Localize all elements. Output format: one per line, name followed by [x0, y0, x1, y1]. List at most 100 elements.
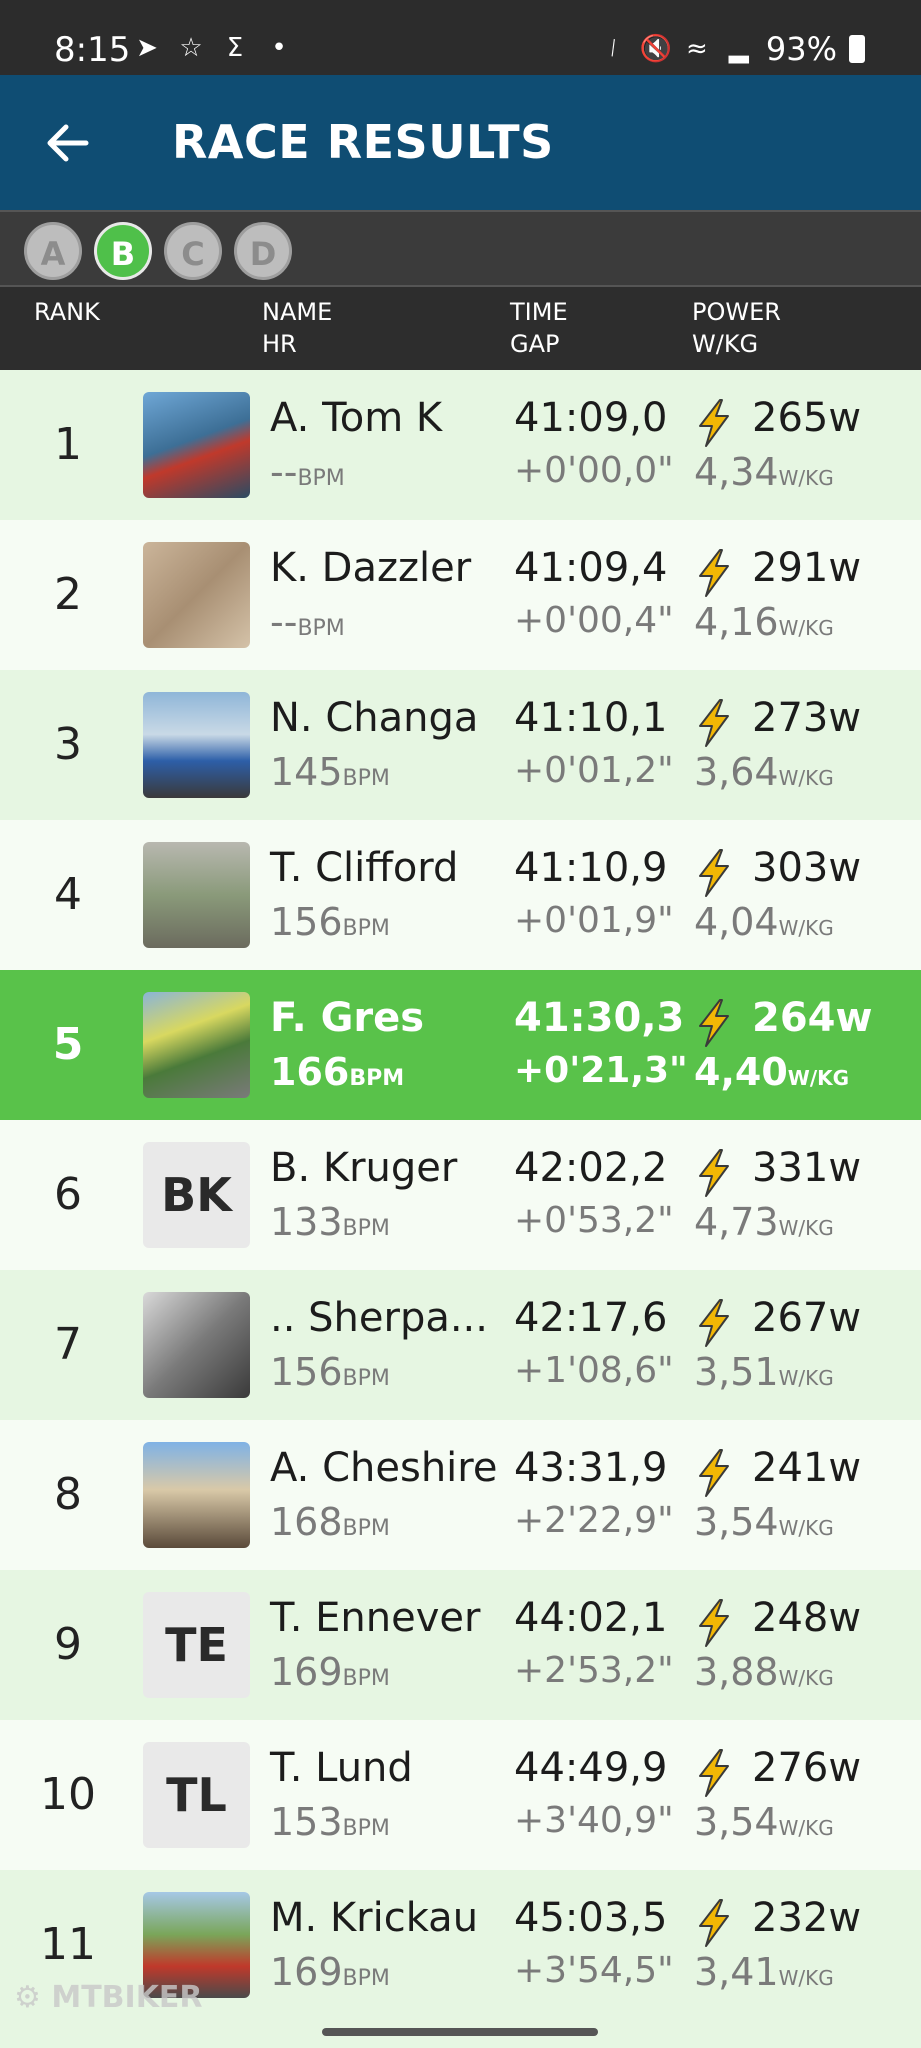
heart-rate: --BPM — [270, 600, 345, 644]
result-row[interactable]: 5 F. Gres 166BPM 41:30,3 +0'21,3" 264w 4… — [0, 970, 921, 1120]
result-row[interactable]: 2 K. Dazzler --BPM 41:09,4 +0'00,4" 291w… — [0, 520, 921, 670]
power-watts: 303w — [752, 845, 862, 891]
category-d-button[interactable]: D — [234, 222, 292, 280]
rider-name[interactable]: K. Dazzler — [270, 545, 471, 591]
lightning-bolt-icon — [699, 999, 729, 1047]
avatar — [143, 692, 250, 798]
result-row[interactable]: 4 T. Clifford 156BPM 41:10,9 +0'01,9" 30… — [0, 820, 921, 970]
navigation-icon: ➤ — [136, 33, 158, 63]
heart-rate: 156BPM — [270, 900, 390, 944]
bpm-unit: BPM — [297, 616, 345, 641]
avatar — [143, 1292, 250, 1398]
rank: 9 — [54, 1619, 82, 1670]
status-left-icons: ➤ ☆ Σ • — [132, 33, 294, 63]
power-watts: 264w — [752, 995, 873, 1041]
rider-name[interactable]: A. Cheshire — [270, 1445, 497, 1491]
result-row[interactable]: 1 A. Tom K --BPM 41:09,0 +0'00,0" 265w 4… — [0, 370, 921, 520]
watts-per-kg: 3,41W/KG — [694, 1950, 834, 1994]
result-row[interactable]: 8 A. Cheshire 168BPM 43:31,9 +2'22,9" 24… — [0, 1420, 921, 1570]
home-gesture-handle[interactable] — [322, 2028, 598, 2036]
battery-level: 93% — [765, 30, 837, 68]
heart-rate-value: 156 — [270, 900, 343, 944]
watts-per-kg: 3,54W/KG — [694, 1500, 834, 1544]
wkg-unit: W/KG — [778, 1666, 834, 1690]
result-row[interactable]: 9 TE T. Ennever 169BPM 44:02,1 +2'53,2" … — [0, 1570, 921, 1720]
heart-rate: 169BPM — [270, 1650, 390, 1694]
watts-per-kg: 4,40W/KG — [694, 1050, 849, 1094]
wkg-value: 4,40 — [694, 1050, 788, 1094]
result-row[interactable]: 7 .. Sherpa... 156BPM 42:17,6 +1'08,6" 2… — [0, 1270, 921, 1420]
rider-name[interactable]: .. Sherpa... — [270, 1295, 488, 1341]
lightning-bolt-icon — [699, 1899, 729, 1947]
lightning-bolt-icon — [699, 1299, 729, 1347]
rider-name[interactable]: M. Krickau — [270, 1895, 478, 1941]
finish-time: 41:09,0 — [514, 395, 668, 441]
wkg-value: 3,54 — [694, 1800, 779, 1844]
lightning-bolt-icon — [699, 399, 729, 447]
rider-name[interactable]: A. Tom K — [270, 395, 442, 441]
status-time: 8:15 — [54, 30, 131, 70]
avatar-initials: BK — [143, 1142, 250, 1248]
heart-rate-value: 145 — [270, 750, 343, 794]
rider-name[interactable]: T. Lund — [270, 1745, 413, 1791]
lightning-bolt-icon — [699, 1149, 729, 1197]
status-bar: 8:15 ➤ ☆ Σ • ᜵ 🔇 ≈ ▂ 93% — [0, 0, 921, 75]
category-a-button[interactable]: A — [24, 222, 82, 280]
rank: 1 — [54, 419, 82, 470]
rank: 7 — [54, 1319, 82, 1370]
page-title: RACE RESULTS — [172, 115, 554, 169]
time-gap: +2'22,9" — [514, 1500, 674, 1541]
results-list: 1 A. Tom K --BPM 41:09,0 +0'00,0" 265w 4… — [0, 370, 921, 2020]
time-gap: +0'01,9" — [514, 900, 674, 941]
watts-per-kg: 3,88W/KG — [694, 1650, 834, 1694]
rider-name[interactable]: B. Kruger — [270, 1145, 457, 1191]
finish-time: 44:02,1 — [514, 1595, 668, 1641]
rank: 10 — [40, 1769, 96, 1820]
heart-rate-value: 153 — [270, 1800, 343, 1844]
heart-rate: 156BPM — [270, 1350, 390, 1394]
avatar — [143, 392, 250, 498]
col-wkg: W/KG — [692, 330, 759, 358]
category-c-button[interactable]: C — [164, 222, 222, 280]
status-right-icons: ᜵ 🔇 ≈ ▂ 93% — [598, 30, 865, 68]
system-nav-bar — [0, 2008, 921, 2048]
bpm-unit: BPM — [349, 1066, 405, 1091]
heart-rate: 153BPM — [270, 1800, 390, 1844]
avatar — [143, 1442, 250, 1548]
app-header: RACE RESULTS — [0, 75, 921, 210]
rider-name[interactable]: F. Gres — [270, 995, 424, 1041]
rider-name[interactable]: T. Ennever — [270, 1595, 480, 1641]
col-gap: GAP — [510, 330, 560, 358]
heart-rate: --BPM — [270, 450, 345, 494]
bpm-unit: BPM — [342, 766, 390, 791]
heart-rate-value: 168 — [270, 1500, 343, 1544]
finish-time: 42:02,2 — [514, 1145, 668, 1191]
heart-rate-value: -- — [270, 600, 298, 644]
rank: 2 — [54, 569, 82, 620]
heart-rate: 169BPM — [270, 1950, 390, 1994]
result-row[interactable]: 10 TL T. Lund 153BPM 44:49,9 +3'40,9" 27… — [0, 1720, 921, 1870]
time-gap: +2'53,2" — [514, 1650, 674, 1691]
bpm-unit: BPM — [342, 1366, 390, 1391]
finish-time: 45:03,5 — [514, 1895, 668, 1941]
bpm-unit: BPM — [342, 1216, 390, 1241]
wkg-value: 3,54 — [694, 1500, 779, 1544]
watts-per-kg: 4,16W/KG — [694, 600, 834, 644]
avatar-initials: TL — [143, 1742, 250, 1848]
category-b-button[interactable]: B — [94, 222, 152, 280]
result-row[interactable]: 3 N. Changa 145BPM 41:10,1 +0'01,2" 273w… — [0, 670, 921, 820]
rider-name[interactable]: T. Clifford — [270, 845, 458, 891]
back-arrow-icon[interactable] — [40, 115, 96, 171]
result-row[interactable]: 6 BK B. Kruger 133BPM 42:02,2 +0'53,2" 3… — [0, 1120, 921, 1270]
time-gap: +0'21,3" — [514, 1050, 688, 1091]
rider-name[interactable]: N. Changa — [270, 695, 478, 741]
wkg-value: 4,04 — [694, 900, 779, 944]
watts-per-kg: 3,54W/KG — [694, 1800, 834, 1844]
snapchat-icon: ☆ — [179, 33, 203, 63]
wkg-unit: W/KG — [778, 1816, 834, 1840]
rank: 3 — [54, 719, 82, 770]
power-watts: 291w — [752, 545, 862, 591]
watts-per-kg: 4,34W/KG — [694, 450, 834, 494]
power-watts: 273w — [752, 695, 862, 741]
avatar — [143, 992, 250, 1098]
